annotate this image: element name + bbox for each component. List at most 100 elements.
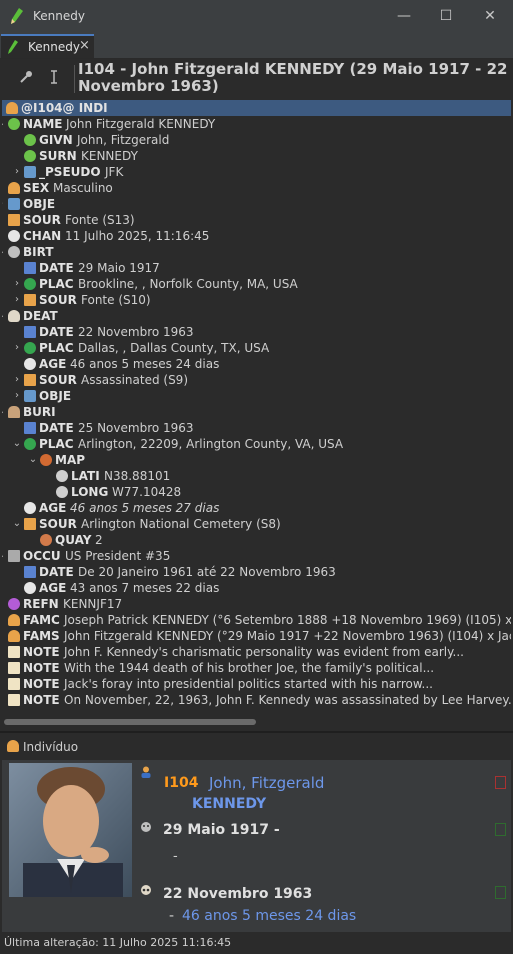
tree-row[interactable]: › OBJE: [2, 196, 511, 212]
record-header: I104 - John Fitzgerald KENNEDY (29 Maio …: [2, 59, 511, 99]
tree-tag: QUAY: [55, 533, 92, 547]
expand-open-icon[interactable]: ⌄: [12, 516, 22, 532]
tree-row[interactable]: ⌄ PLAC Arlington, 22209, Arlington County,…: [2, 436, 511, 452]
latitude-icon: [56, 470, 68, 482]
expand-open-icon[interactable]: ⌄: [2, 548, 6, 564]
tree-row[interactable]: @I104@ INDI: [2, 100, 511, 116]
panel-divider[interactable]: [0, 731, 513, 733]
expand-closed-icon[interactable]: ›: [12, 164, 22, 180]
tree-value: US President #35: [65, 549, 171, 563]
tree-row[interactable]: › SOUR Assassinated (S9): [2, 372, 511, 388]
tree-row[interactable]: ⌄ MAP: [2, 452, 511, 468]
tree-row[interactable]: DATE 29 Maio 1917: [2, 260, 511, 276]
tree-tag: NOTE: [23, 645, 60, 659]
tree-row[interactable]: AGE 46 anos 5 meses 24 dias: [2, 356, 511, 372]
tree-row[interactable]: QUAY 2: [2, 532, 511, 548]
tree-row[interactable]: DATE 22 Novembro 1963: [2, 324, 511, 340]
tree-row[interactable]: NOTE With the 1944 death of his brother J…: [2, 660, 511, 676]
tree-row[interactable]: ⌄ SOUR Arlington National Cemetery (S8): [2, 516, 511, 532]
tree-row[interactable]: FAMC Joseph Patrick KENNEDY (°6 Setembro …: [2, 612, 511, 628]
tree-row[interactable]: SEX Masculino: [2, 180, 511, 196]
expand-open-icon[interactable]: ⌄: [2, 308, 6, 324]
tree-row[interactable]: DATE 25 Novembro 1963: [2, 420, 511, 436]
portrait-photo[interactable]: [9, 763, 132, 897]
tree-row[interactable]: ⌄ BURI: [2, 404, 511, 420]
tree-tag: CHAN: [23, 229, 62, 243]
globe-icon: [24, 342, 36, 354]
source-icon: [24, 294, 36, 306]
expand-open-icon[interactable]: ⌄: [12, 436, 22, 452]
expand-closed-icon[interactable]: ›: [2, 196, 6, 212]
tree-row[interactable]: ⌄ NAMEJohn Fitzgerald KENNEDY: [2, 116, 511, 132]
tree-row[interactable]: NOTE Jack's foray into presidential polit…: [2, 676, 511, 692]
tree-row[interactable]: SURN KENNEDY: [2, 148, 511, 164]
tree-tag: LATI: [71, 469, 100, 483]
expand-open-icon[interactable]: ⌄: [2, 116, 6, 132]
expand-closed-icon[interactable]: ›: [12, 372, 22, 388]
tree-row[interactable]: NOTE John F. Kennedy's charismatic person…: [2, 644, 511, 660]
tree-row[interactable]: ⌄ OCCU US President #35: [2, 548, 511, 564]
expand-open-icon[interactable]: ⌄: [28, 452, 38, 468]
tree-row[interactable]: › PLAC Dallas, , Dallas County, TX, USA: [2, 340, 511, 356]
tree-row[interactable]: CHAN 11 Julho 2025, 11:16:45: [2, 228, 511, 244]
tree-row[interactable]: AGE 43 anos 7 meses 22 dias: [2, 580, 511, 596]
status-bar: Última alteração: 11 Julho 2025 11:16:45: [4, 936, 232, 949]
expand-closed-icon[interactable]: ›: [12, 292, 22, 308]
tree-row[interactable]: SOUR Fonte (S13): [2, 212, 511, 228]
tree-row[interactable]: › OBJE: [2, 388, 511, 404]
tree-row[interactable]: › PLAC Brookline, , Norfolk County, MA, US…: [2, 276, 511, 292]
death-separator: -: [169, 908, 175, 924]
tree-tag: SOUR: [39, 517, 77, 531]
tree-tag: NOTE: [23, 693, 60, 707]
tree-row[interactable]: FAMS John Fitzgerald KENNEDY (°29 Maio 19…: [2, 628, 511, 644]
maximize-button[interactable]: ☐: [434, 6, 458, 26]
individual-id[interactable]: I104: [164, 775, 198, 791]
tree-row[interactable]: › _PSEUDO JFK: [2, 164, 511, 180]
tree-row[interactable]: NOTE On November, 22, 1963, John F. Kenne…: [2, 692, 511, 708]
death-date[interactable]: 22 Novembro 1963: [163, 886, 312, 902]
expand-closed-icon[interactable]: ›: [12, 388, 22, 404]
tree-row[interactable]: AGE 46 anos 5 meses 27 dias: [2, 500, 511, 516]
close-window-button[interactable]: ✕: [478, 6, 502, 26]
tab-kennedy[interactable]: Kennedy ×: [1, 34, 94, 58]
tree-value: Fonte (S13): [65, 213, 135, 227]
globe-icon: [24, 438, 36, 450]
horizontal-scrollbar[interactable]: [4, 718, 509, 726]
tree-value: Fonte (S10): [81, 293, 151, 307]
tree-tag: NOTE: [23, 677, 60, 691]
tab-close-button[interactable]: ×: [79, 38, 90, 53]
tree-tag: PLAC: [39, 341, 74, 355]
panel-title: Indivíduo: [23, 740, 79, 754]
tree-row[interactable]: ⌄ BIRT: [2, 244, 511, 260]
tree-value: JFK: [105, 165, 124, 179]
tree-tag: NAME: [23, 117, 63, 131]
tree-tag: REFN: [23, 597, 59, 611]
expand-open-icon[interactable]: ⌄: [2, 244, 6, 260]
tree-row[interactable]: ⌄ DEAT: [2, 308, 511, 324]
tree-tag: OCCU: [23, 549, 61, 563]
tree-row[interactable]: LONG W77.10428: [2, 484, 511, 500]
birth-date[interactable]: 29 Maio 1917 -: [163, 822, 280, 838]
individual-surname[interactable]: KENNEDY: [192, 796, 266, 812]
tree-row[interactable]: REFN KENNJF17: [2, 596, 511, 612]
expand-closed-icon[interactable]: ›: [12, 276, 22, 292]
minimize-button[interactable]: —: [392, 6, 416, 26]
scrollbar-thumb[interactable]: [4, 719, 256, 725]
text-cursor-icon[interactable]: [48, 69, 60, 85]
birth-place[interactable]: -: [173, 849, 178, 864]
death-age[interactable]: 46 anos 5 meses 24 dias: [182, 908, 356, 924]
tree-value: With the 1944 death of his brother Joe, …: [64, 661, 435, 675]
tree-value: Jack's foray into presidential politics …: [64, 677, 433, 691]
pin-icon[interactable]: [18, 69, 34, 85]
expand-open-icon[interactable]: ⌄: [2, 404, 6, 420]
individual-given-name[interactable]: John, Fitzgerald: [209, 774, 324, 792]
source-icon: [24, 374, 36, 386]
tree-row[interactable]: GIVN John, Fitzgerald: [2, 132, 511, 148]
speech-bubble-icon: [24, 150, 36, 162]
tree-row[interactable]: LATI N38.88101: [2, 468, 511, 484]
tree-row[interactable]: › SOUR Fonte (S10): [2, 292, 511, 308]
expand-closed-icon[interactable]: ›: [12, 340, 22, 356]
tab-label: Kennedy: [28, 40, 80, 54]
clock-icon: [24, 358, 36, 370]
tree-row[interactable]: DATE De 20 Janeiro 1961 até 22 Novembro 1…: [2, 564, 511, 580]
